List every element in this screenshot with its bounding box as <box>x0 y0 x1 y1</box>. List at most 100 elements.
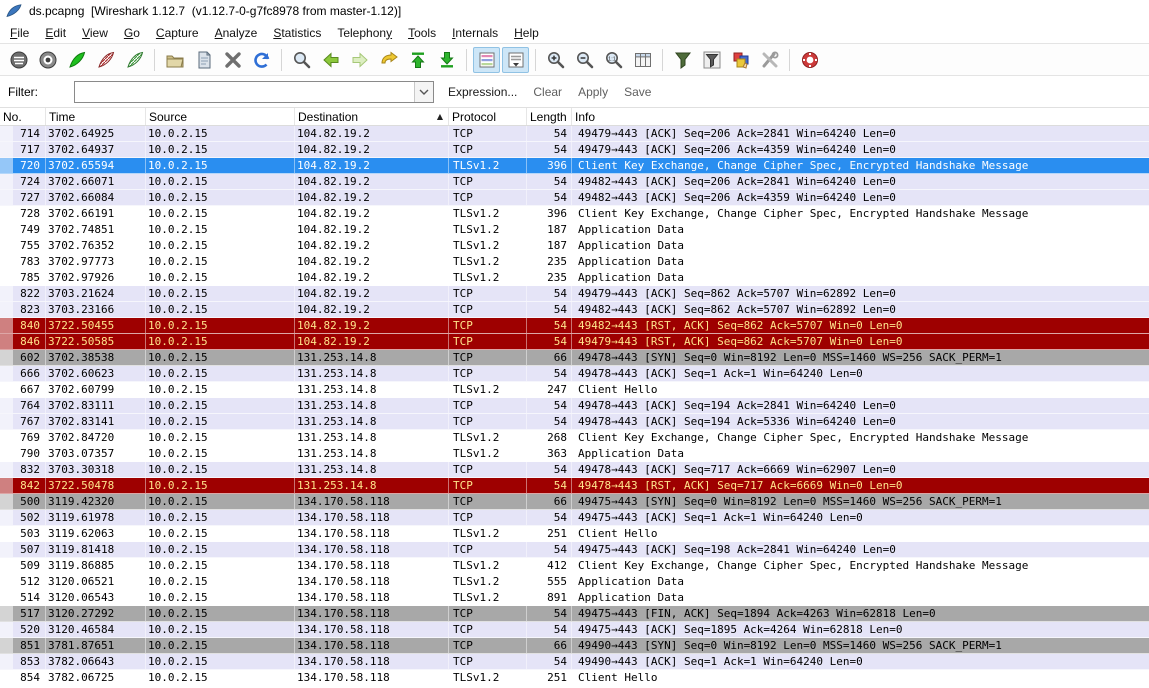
go-back-icon[interactable] <box>317 47 344 73</box>
help-icon[interactable] <box>796 47 823 73</box>
start-capture-icon[interactable] <box>63 47 90 73</box>
packet-row[interactable]: 6673702.6079910.0.2.15131.253.14.8TLSv1.… <box>0 382 1149 398</box>
menu-item-edit[interactable]: Edit <box>37 23 74 43</box>
packet-cell-info: 49478→443 [RST, ACK] Seq=717 Ack=6669 Wi… <box>572 478 1149 493</box>
packet-row[interactable]: 8533782.0664310.0.2.15134.170.58.118TCP5… <box>0 654 1149 670</box>
zoom-out-icon[interactable] <box>571 47 598 73</box>
menu-item-statistics[interactable]: Statistics <box>265 23 329 43</box>
column-header-time[interactable]: Time <box>46 108 146 125</box>
column-header-protocol[interactable]: Protocol <box>449 108 527 125</box>
packet-row[interactable]: 7173702.6493710.0.2.15104.82.19.2TCP5449… <box>0 142 1149 158</box>
capture-filters-icon[interactable] <box>669 47 696 73</box>
menu-item-analyze[interactable]: Analyze <box>207 23 266 43</box>
go-to-bottom-icon[interactable] <box>433 47 460 73</box>
close-file-icon[interactable] <box>219 47 246 73</box>
menu-item-telephony[interactable]: Telephony <box>329 23 400 43</box>
packet-cell-src: 10.0.2.15 <box>146 222 295 237</box>
packet-row[interactable]: 8543782.0672510.0.2.15134.170.58.118TLSv… <box>0 670 1149 686</box>
packet-cell-src: 10.0.2.15 <box>146 542 295 557</box>
restart-capture-icon[interactable] <box>121 47 148 73</box>
apply-button[interactable]: Apply <box>578 85 608 99</box>
find-packet-icon[interactable] <box>288 47 315 73</box>
packet-row[interactable]: 7243702.6607110.0.2.15104.82.19.2TCP5449… <box>0 174 1149 190</box>
packet-row[interactable]: 8463722.5058510.0.2.15104.82.19.2TCP5449… <box>0 334 1149 350</box>
open-file-icon[interactable] <box>161 47 188 73</box>
packet-row[interactable]: 5143120.0654310.0.2.15134.170.58.118TLSv… <box>0 590 1149 606</box>
menu-item-view[interactable]: View <box>74 23 116 43</box>
menu-item-internals[interactable]: Internals <box>444 23 506 43</box>
expression-button[interactable]: Expression... <box>448 85 517 99</box>
packet-cell-gut <box>0 670 13 685</box>
go-to-top-icon[interactable] <box>404 47 431 73</box>
packet-row[interactable]: 7273702.6608410.0.2.15104.82.19.2TCP5449… <box>0 190 1149 206</box>
go-to-packet-icon[interactable] <box>375 47 402 73</box>
auto-scroll-icon[interactable] <box>502 47 529 73</box>
reload-file-icon[interactable] <box>248 47 275 73</box>
colorize-packet-list-icon[interactable] <box>473 47 500 73</box>
packet-row[interactable]: 7853702.9792610.0.2.15104.82.19.2TLSv1.2… <box>0 270 1149 286</box>
column-header-no[interactable]: No. <box>0 108 46 125</box>
packet-row[interactable]: 7643702.8311110.0.2.15131.253.14.8TCP544… <box>0 398 1149 414</box>
packet-cell-proto: TCP <box>449 398 527 413</box>
column-header-length[interactable]: Length <box>527 108 572 125</box>
packet-row[interactable]: 6023702.3853810.0.2.15131.253.14.8TCP664… <box>0 350 1149 366</box>
packet-cell-len: 54 <box>527 398 572 413</box>
zoom-in-icon[interactable] <box>542 47 569 73</box>
chevron-down-icon[interactable] <box>414 82 433 102</box>
stop-capture-icon[interactable] <box>92 47 119 73</box>
coloring-rules-icon[interactable] <box>727 47 754 73</box>
packet-row[interactable]: 7903703.0735710.0.2.15131.253.14.8TLSv1.… <box>0 446 1149 462</box>
packet-row[interactable]: 7493702.7485110.0.2.15104.82.19.2TLSv1.2… <box>0 222 1149 238</box>
packet-row[interactable]: 5203120.4658410.0.2.15134.170.58.118TCP5… <box>0 622 1149 638</box>
column-header-destination[interactable]: Destination ▲ <box>295 108 449 125</box>
packet-cell-time: 3119.42320 <box>46 494 146 509</box>
menu-item-file[interactable]: File <box>2 23 37 43</box>
menu-item-capture[interactable]: Capture <box>148 23 207 43</box>
packet-cell-len: 363 <box>527 446 572 461</box>
packet-row[interactable]: 7553702.7635210.0.2.15104.82.19.2TLSv1.2… <box>0 238 1149 254</box>
menu-item-help[interactable]: Help <box>506 23 547 43</box>
packet-row[interactable]: 7673702.8314110.0.2.15131.253.14.8TCP544… <box>0 414 1149 430</box>
packet-row[interactable]: 8233703.2316610.0.2.15104.82.19.2TCP5449… <box>0 302 1149 318</box>
packet-cell-src: 10.0.2.15 <box>146 398 295 413</box>
clear-button[interactable]: Clear <box>533 85 562 99</box>
packet-row[interactable]: 7833702.9777310.0.2.15104.82.19.2TLSv1.2… <box>0 254 1149 270</box>
packet-row[interactable]: 7203702.6559410.0.2.15104.82.19.2TLSv1.2… <box>0 158 1149 174</box>
packet-cell-src: 10.0.2.15 <box>146 414 295 429</box>
packet-row[interactable]: 6663702.6062310.0.2.15131.253.14.8TCP544… <box>0 366 1149 382</box>
column-header-info[interactable]: Info <box>572 108 1149 125</box>
column-header-source[interactable]: Source <box>146 108 295 125</box>
packet-row[interactable]: 7143702.6492510.0.2.15104.82.19.2TCP5449… <box>0 126 1149 142</box>
packet-row[interactable]: 5073119.8141810.0.2.15134.170.58.118TCP5… <box>0 542 1149 558</box>
packet-row[interactable]: 5033119.6206310.0.2.15134.170.58.118TLSv… <box>0 526 1149 542</box>
packet-row[interactable]: 5173120.2729210.0.2.15134.170.58.118TCP5… <box>0 606 1149 622</box>
packet-row[interactable]: 5093119.8688510.0.2.15134.170.58.118TLSv… <box>0 558 1149 574</box>
packet-row[interactable]: 5123120.0652110.0.2.15134.170.58.118TLSv… <box>0 574 1149 590</box>
filter-input[interactable] <box>75 82 414 102</box>
preferences-icon[interactable] <box>756 47 783 73</box>
packet-cell-dst: 104.82.19.2 <box>295 286 449 301</box>
packet-cell-gut <box>0 446 13 461</box>
resize-columns-icon[interactable] <box>629 47 656 73</box>
filter-combobox[interactable] <box>74 81 434 103</box>
packet-row[interactable]: 8423722.5047810.0.2.15131.253.14.8TCP544… <box>0 478 1149 494</box>
save-button[interactable]: Save <box>624 85 651 99</box>
packet-row[interactable]: 5003119.4232010.0.2.15134.170.58.118TCP6… <box>0 494 1149 510</box>
zoom-original-icon[interactable]: 1:1 <box>600 47 627 73</box>
packet-cell-gut <box>0 398 13 413</box>
capture-options-icon[interactable] <box>34 47 61 73</box>
packet-row[interactable]: 8323703.3031810.0.2.15131.253.14.8TCP544… <box>0 462 1149 478</box>
packet-cell-info: Application Data <box>572 254 1149 269</box>
packet-row[interactable]: 8223703.2162410.0.2.15104.82.19.2TCP5449… <box>0 286 1149 302</box>
display-filters-icon[interactable] <box>698 47 725 73</box>
packet-row[interactable]: 8403722.5045510.0.2.15104.82.19.2TCP5449… <box>0 318 1149 334</box>
packet-row[interactable]: 7283702.6619110.0.2.15104.82.19.2TLSv1.2… <box>0 206 1149 222</box>
list-interfaces-icon[interactable] <box>5 47 32 73</box>
go-forward-icon[interactable] <box>346 47 373 73</box>
packet-row[interactable]: 8513781.8765110.0.2.15134.170.58.118TCP6… <box>0 638 1149 654</box>
menu-item-tools[interactable]: Tools <box>400 23 444 43</box>
packet-row[interactable]: 5023119.6197810.0.2.15134.170.58.118TCP5… <box>0 510 1149 526</box>
menu-item-go[interactable]: Go <box>116 23 148 43</box>
packet-row[interactable]: 7693702.8472010.0.2.15131.253.14.8TLSv1.… <box>0 430 1149 446</box>
save-file-icon[interactable] <box>190 47 217 73</box>
